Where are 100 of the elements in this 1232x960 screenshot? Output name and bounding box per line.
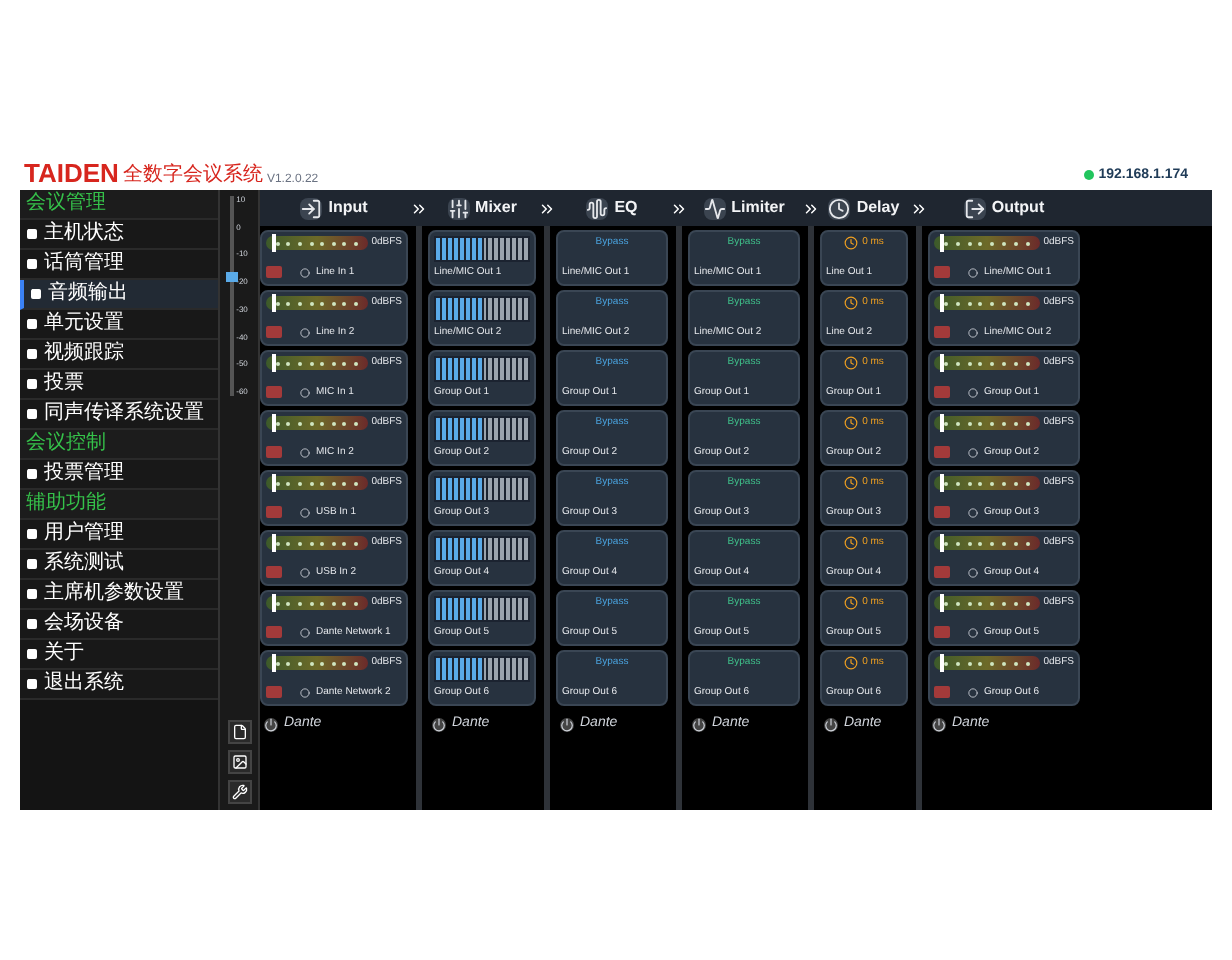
stage-title: Limiter [731,196,785,220]
fader-thumb[interactable] [226,272,239,282]
meter-thumb[interactable] [271,294,276,313]
sidebar-item[interactable]: 主席机参数设置 [20,580,218,610]
level-meter[interactable] [934,476,1040,491]
power-icon [264,717,278,732]
item-icon [30,288,42,300]
sidebar-item[interactable]: 投票管理 [20,460,218,490]
image-button[interactable] [227,750,251,774]
port-icon [300,687,310,698]
chevrons-icon [409,199,427,217]
item-icon [26,648,38,660]
sidebar-item[interactable]: 主机状态 [20,220,218,250]
level-meter[interactable] [934,416,1040,431]
level-meter[interactable] [266,656,368,671]
meter-thumb[interactable] [939,594,944,613]
port-icon [968,267,978,278]
meter-thumb[interactable] [271,354,276,373]
item-icon [26,228,38,240]
sidebar-item[interactable]: 投票 [20,370,218,400]
clock-icon [844,356,859,371]
port-icon [300,627,310,638]
meter-thumb[interactable] [939,474,944,493]
wrench-button[interactable] [227,780,251,804]
mix-bar[interactable] [434,416,530,442]
level-meter[interactable] [266,296,368,311]
level-meter[interactable] [934,236,1040,251]
power-icon [560,717,574,732]
port-icon [968,387,978,398]
chevrons-icon [669,199,687,217]
item-icon [26,408,38,420]
clock-icon [844,236,859,251]
item-icon [26,678,38,690]
mix-bar[interactable] [434,596,530,622]
meter-thumb[interactable] [271,474,276,493]
clock-icon [844,296,859,311]
pulse-icon [703,197,726,219]
level-meter[interactable] [266,596,368,611]
port-icon [968,327,978,338]
chevrons-icon [801,199,819,217]
mix-bar[interactable] [434,476,530,502]
port-icon [968,447,978,458]
sidebar-item[interactable]: 退出系统 [20,670,218,700]
meter-thumb[interactable] [939,414,944,433]
port-icon [300,567,310,578]
mix-bar[interactable] [434,356,530,382]
file-button[interactable] [227,720,251,744]
sidebar-item[interactable]: 单元设置 [20,310,218,340]
level-meter[interactable] [266,536,368,551]
item-icon [26,558,38,570]
input-icon [300,197,323,219]
sidebar-item[interactable]: 同声传译系统设置 [20,400,218,430]
mix-bar[interactable] [434,536,530,562]
port-icon [300,327,310,338]
sidebar-item[interactable]: 音频输出 [20,280,218,310]
meter-thumb[interactable] [939,654,944,673]
level-meter[interactable] [934,356,1040,371]
mix-bar[interactable] [434,296,530,322]
sidebar-item[interactable]: 视频跟踪 [20,340,218,370]
item-icon [26,468,38,480]
power-icon [932,717,946,732]
sidebar-item[interactable]: 关于 [20,640,218,670]
port-icon [300,267,310,278]
port-icon [968,687,978,698]
port-icon [968,627,978,638]
sidebar-item[interactable]: 用户管理 [20,520,218,550]
meter-thumb[interactable] [271,654,276,673]
meter-thumb[interactable] [271,534,276,553]
meter-thumb[interactable] [271,594,276,613]
level-meter[interactable] [934,536,1040,551]
meter-thumb[interactable] [939,354,944,373]
item-icon [26,348,38,360]
clock-icon [844,596,859,611]
level-meter[interactable] [934,296,1040,311]
meter-thumb[interactable] [939,234,944,253]
meter-thumb[interactable] [939,294,944,313]
mix-bar[interactable] [434,236,530,262]
stage-title: EQ [614,196,638,220]
clock-icon [844,476,859,491]
mix-bar[interactable] [434,656,530,682]
sidebar-item[interactable]: 话筒管理 [20,250,218,280]
power-icon [824,717,838,732]
meter-thumb[interactable] [271,234,276,253]
sidebar-item[interactable]: 系统测试 [20,550,218,580]
port-icon [968,567,978,578]
level-meter[interactable] [934,656,1040,671]
level-meter[interactable] [266,476,368,491]
meter-thumb[interactable] [271,414,276,433]
sidebar-section-title: 会议管理 [26,194,106,214]
power-icon [432,717,446,732]
port-icon [300,387,310,398]
level-meter[interactable] [934,596,1040,611]
fader-track[interactable] [230,196,235,396]
port-icon [300,507,310,518]
meter-thumb[interactable] [939,534,944,553]
level-meter[interactable] [266,236,368,251]
level-meter[interactable] [266,356,368,371]
level-meter[interactable] [266,416,368,431]
item-icon [26,528,38,540]
sidebar-item[interactable]: 会场设备 [20,610,218,640]
